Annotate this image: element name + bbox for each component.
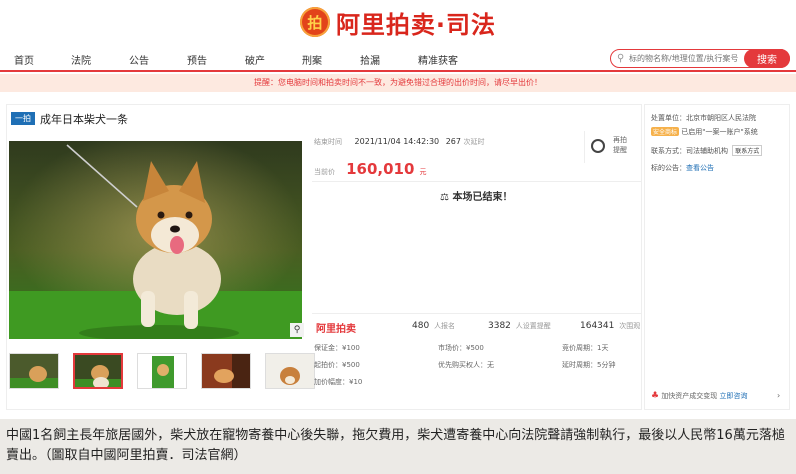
thumbnail-active[interactable] [73,353,123,389]
nav-item-criminal[interactable]: 刑案 [302,52,322,67]
thumbnail[interactable] [265,353,315,389]
detail-delay-period: 延时周期：5分钟 [562,361,616,369]
remind-label: 再拍提醒 [613,136,627,154]
nav-item-bankruptcy[interactable]: 破产 [245,52,265,67]
site-header: 拍 阿里拍卖·司法 [0,0,796,44]
nav-item-precise-leads[interactable]: 精准获客 [418,52,458,67]
account-system-row: 安全商标 已启用"一案一账户"系统 [651,127,758,137]
ali-auction-logo: 阿里拍卖 [316,324,356,335]
price-row: 当前价 160,010 元 [314,159,427,178]
court-info-panel: 处置单位：北京市朝阳区人民法院 安全商标 已启用"一案一账户"系统 联系方式：司… [644,104,790,410]
search-box: ⚲ 搜索 [610,49,790,68]
item-title: 成年日本柴犬一条 [40,113,128,126]
nav-item-preview[interactable]: 预告 [187,52,207,67]
view-announcement-link[interactable]: 查看公告 [686,164,714,172]
time-sync-notice: 提醒：您电脑时间和拍卖时间不一致，为避免错过合理的出价时间，请尽早出价！ [0,74,796,92]
auction-ended-box: ⚖ 本场已结束！ [312,181,642,301]
announcement-row: 标的公告：查看公告 [651,163,714,173]
site-logo-text[interactable]: 阿里拍卖·司法 [336,5,496,40]
zoom-icon[interactable]: ⚲ [290,323,304,337]
detail-bidding-period: 竞价周期：1天 [562,344,609,352]
reminders-stat: 3382 人设置提醒 [488,321,551,331]
search-input[interactable] [629,52,747,65]
main-nav: 首页 法院 公告 预告 破产 刑案 拾漏 精准获客 ⚲ 搜索 [0,46,796,72]
disposal-unit-value[interactable]: 北京市朝阳区人民法院 [686,114,756,122]
contact-button[interactable]: 联系方式 [732,145,763,156]
end-time-value: 2021/11/04 14:42:30 [354,137,440,146]
thumbnail[interactable] [9,353,59,389]
disposal-unit: 处置单位：北京市朝阳区人民法院 [651,113,756,123]
auction-stats: 阿里拍卖 480 人报名 3382 人设置提醒 164341 次围观 [312,313,642,337]
item-main-photo[interactable] [9,141,302,339]
views-label: 次围观 [619,322,641,330]
detail-deposit: 保证金：¥100 [314,344,360,352]
detail-priority-buyer: 优先购买权人：无 [438,361,494,369]
disposal-unit-label: 处置单位： [651,114,686,122]
nav-item-announcements[interactable]: 公告 [129,52,149,67]
alarm-clock-icon [591,139,605,153]
account-system-text: 已启用"一案一账户"系统 [681,128,758,136]
auction-ended-text: ⚖ 本场已结束！ [440,188,512,203]
nav-item-home[interactable]: 首页 [14,52,34,67]
safe-badge: 安全商标 [651,127,680,136]
chevron-right-icon[interactable]: › [777,391,780,400]
search-icon: ⚲ [617,53,625,64]
views-count: 164341 [580,321,615,331]
thumbnail[interactable] [201,353,251,389]
gavel-icon: ⚖ [440,192,449,203]
contact-row: 联系方式：司法辅助机构 联系方式 [651,145,763,156]
price-unit: 元 [419,168,427,176]
detail-start-price: 起拍价：¥500 [314,361,360,369]
auction-round-badge: 一拍 [11,112,35,125]
nav-item-bargains[interactable]: 拾漏 [360,52,380,67]
delay-count-label: 次延时 [463,138,485,146]
registrants-label: 人报名 [434,322,456,330]
news-caption: 中國1名飼主長年旅居國外，柴犬放在寵物寄養中心後失聯，拖欠費用，柴犬遭寄養中心向… [0,419,796,474]
consult-link[interactable]: 立即咨询 [720,392,748,400]
re-auction-remind-button[interactable]: 再拍提醒 [584,131,640,163]
consult-row: ♣ 加快资产成交变现 立即咨询 [651,391,748,401]
consult-text: 加快资产成交变现 [661,392,718,400]
delay-count: 267 [445,137,461,146]
announcement-label: 标的公告： [651,164,686,172]
ended-label: 本场已结束！ [452,192,513,203]
photo-thumbnails [9,353,315,391]
shiba-dog-photo [9,141,302,339]
views-stat: 164341 次围观 [580,321,640,331]
registrants-stat: 480 人报名 [412,321,455,331]
search-button[interactable]: 搜索 [744,49,790,68]
thumbnail[interactable] [137,353,187,389]
registrants-count: 480 [412,321,430,331]
current-price: 160,010 [346,160,415,178]
price-label: 当前价 [314,168,335,176]
contact-label: 联系方式：司法辅助机构 [651,147,728,155]
consult-icon: ♣ [651,391,660,401]
detail-increment: 加价幅度：¥10 [314,378,363,386]
end-time-row: 结束时间 2021/11/04 14:42:30 267 次延时 [314,137,485,147]
detail-market-price: 市场价：¥500 [438,344,484,352]
nav-item-courts[interactable]: 法院 [71,52,91,67]
end-time-label: 结束时间 [314,138,342,146]
reminders-label: 人设置提醒 [515,322,551,330]
auction-main-panel: 一拍 成年日本柴犬一条 ⚲ 结束时间 2021/11/04 14:42:30 2… [6,104,642,410]
auction-logo-icon: 拍 [299,7,330,37]
reminders-count: 3382 [488,321,511,331]
